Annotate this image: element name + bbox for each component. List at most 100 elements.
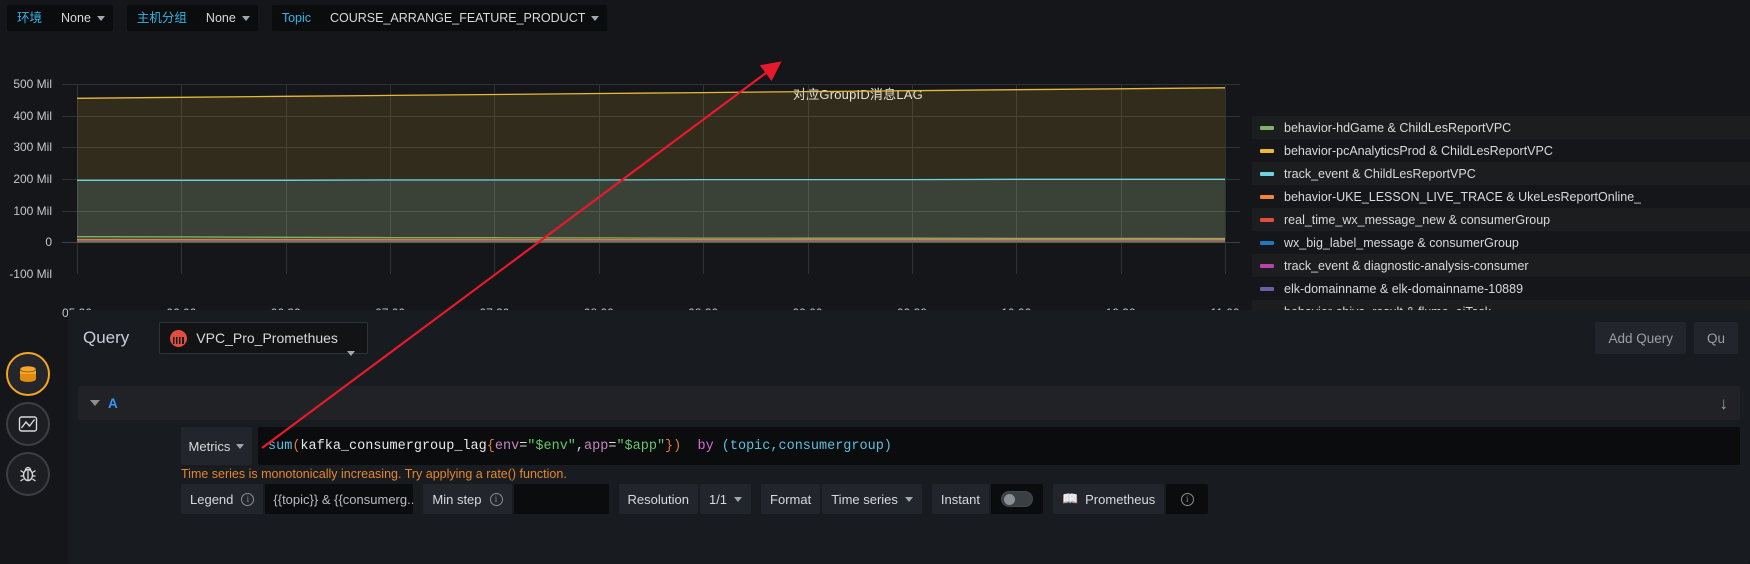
legend-color-swatch — [1260, 240, 1274, 245]
prometheus-info-wrap[interactable]: i — [1166, 484, 1209, 514]
expr-eq-1: = — [519, 438, 528, 454]
legend-item[interactable]: real_time_wx_message_new & consumerGroup — [1252, 208, 1750, 231]
legend-item-label: wx_big_label_message & consumerGroup — [1284, 235, 1519, 250]
format-option-label: Format — [761, 484, 821, 514]
legend-item[interactable]: wx_big_label_message & consumerGroup — [1252, 231, 1750, 254]
legend-label-text: Legend — [190, 491, 234, 507]
legend-item-label: track_event & diagnostic-analysis-consum… — [1284, 258, 1529, 273]
resolution-select[interactable]: 1/1 — [699, 484, 752, 514]
legend-option-label: Legend i — [181, 484, 264, 514]
info-icon[interactable]: i — [489, 492, 503, 506]
chart-legend: behavior-hdGame & ChildLesReportVPC behav… — [1252, 116, 1750, 321]
promql-expression-input[interactable]: sum(kafka_consumergroup_lag{env = "$env", a… — [258, 427, 1740, 465]
floating-tool-icons — [6, 352, 58, 502]
resolution-label-text: Resolution — [627, 491, 689, 507]
instant-label-text: Instant — [940, 491, 980, 507]
expr-label-app: app — [584, 438, 609, 454]
expr-value-env: "$env" — [527, 438, 576, 454]
legend-item[interactable]: track_event & diagnostic-analysis-consum… — [1252, 254, 1750, 277]
y-axis-tick: 200 Mil — [13, 172, 52, 186]
variable-env-label: 环境 — [7, 5, 53, 31]
datasource-name: VPC_Pro_Promethues — [196, 330, 338, 346]
legend-item[interactable]: elk-domainname & elk-domainname-10889 — [1252, 277, 1750, 300]
resolution-option-label: Resolution — [618, 484, 698, 514]
min-step-option-label: Min step i — [423, 484, 512, 514]
variable-topic-value-text: COURSE_ARRANGE_FEATURE_PRODUCT — [330, 11, 586, 25]
chevron-down-icon — [236, 443, 245, 449]
legend-color-swatch — [1260, 148, 1274, 153]
legend-item-label: behavior-UKE_LESSON_LIVE_TRACE & UkeLesR… — [1284, 189, 1642, 204]
format-label-text: Format — [770, 491, 812, 507]
legend-color-swatch — [1260, 286, 1274, 291]
min-step-label-text: Min step — [432, 491, 482, 507]
query-row-a-header[interactable]: A ↓ — [78, 386, 1740, 420]
variable-env-value-text: None — [61, 11, 91, 25]
expr-by-keyword: by — [697, 438, 714, 454]
expr-eq-2: = — [608, 438, 617, 454]
legend-color-swatch — [1260, 217, 1274, 222]
resolution-value: 1/1 — [708, 491, 728, 507]
y-axis-tick: 0 — [45, 235, 52, 250]
instant-toggle-wrap[interactable] — [990, 484, 1043, 514]
variable-topic-value[interactable]: COURSE_ARRANGE_FEATURE_PRODUCT — [321, 5, 608, 31]
prometheus-label-text: Prometheus — [1085, 491, 1156, 507]
query-inspector-button[interactable]: Qu — [1693, 322, 1738, 354]
variable-topic[interactable]: Topic COURSE_ARRANGE_FEATURE_PRODUCT — [271, 5, 608, 31]
expr-group-by: (topic,consumergroup) — [721, 438, 892, 454]
legend-item[interactable]: behavior-UKE_LESSON_LIVE_TRACE & UkeLesR… — [1252, 185, 1750, 208]
graph-panel: 对应GroupID消息LAG 500 Mil 400 Mil 300 Mil 200 … — [0, 36, 1750, 332]
variable-hostgroup[interactable]: 主机分组 None — [126, 5, 258, 31]
instant-option-label: Instant — [931, 484, 989, 514]
expr-open-paren: ( — [292, 438, 301, 454]
expr-close-paren: ) — [673, 438, 682, 454]
legend-item-label: behavior-hdGame & ChildLesReportVPC — [1284, 120, 1512, 135]
variable-env-value[interactable]: None — [52, 5, 113, 31]
graph-panel-icon[interactable] — [6, 402, 50, 446]
expr-metric: kafka_consumergroup_lag — [300, 438, 487, 454]
min-step-input[interactable] — [513, 484, 609, 514]
expr-brace-close: } — [665, 438, 674, 454]
query-editor-header: Query VPC_Pro_Promethues Add Query Qu — [68, 310, 1750, 366]
chevron-down-icon — [346, 350, 355, 356]
book-icon: 📖 — [1061, 491, 1079, 506]
legend-item-label: elk-domainname & elk-domainname-10889 — [1284, 281, 1524, 296]
datasource-picker[interactable]: VPC_Pro_Promethues — [159, 322, 368, 356]
move-query-down-icon[interactable]: ↓ — [1720, 395, 1729, 412]
info-icon[interactable]: i — [1180, 492, 1194, 506]
y-axis: 500 Mil 400 Mil 300 Mil 200 Mil 100 Mil 0 -100… — [0, 76, 58, 282]
database-icon[interactable] — [6, 352, 50, 396]
variable-env[interactable]: 环境 None — [7, 5, 113, 31]
chevron-down-icon — [734, 496, 743, 502]
legend-item[interactable]: track_event & ChildLesReportVPC — [1252, 162, 1750, 185]
legend-item[interactable]: behavior-pcAnalyticsProd & ChildLesRepor… — [1252, 139, 1750, 162]
chevron-down-icon — [241, 16, 250, 21]
plot-area[interactable] — [62, 84, 1240, 274]
format-select[interactable]: Time series — [822, 484, 922, 514]
y-axis-tick: 500 Mil — [13, 77, 52, 91]
legend-item[interactable]: behavior-hdGame & ChildLesReportVPC — [1252, 116, 1750, 139]
variable-topic-label: Topic — [271, 5, 321, 31]
variable-hostgroup-value-text: None — [205, 11, 236, 25]
bug-icon[interactable] — [6, 452, 50, 496]
legend-color-swatch — [1260, 125, 1274, 130]
metrics-browser-button[interactable]: Metrics — [181, 427, 252, 465]
query-row-letter: A — [108, 395, 118, 411]
expr-fn: sum — [268, 438, 293, 454]
query-editor-panel: Query VPC_Pro_Promethues Add Query Qu A … — [68, 310, 1750, 564]
instant-toggle[interactable] — [1000, 491, 1033, 507]
expr-label-env: env — [494, 438, 520, 454]
legend-color-swatch — [1260, 263, 1274, 268]
template-variable-bar: 环境 None 主机分组 None Topic COURSE_ARRANGE_F… — [0, 0, 1750, 36]
prometheus-docs-link[interactable]: 📖 Prometheus — [1052, 484, 1165, 514]
add-query-button[interactable]: Add Query — [1595, 322, 1686, 354]
metrics-expression-row: Metrics sum(kafka_consumergroup_lag{env =… — [181, 427, 1740, 465]
chevron-down-icon — [591, 16, 600, 21]
legend-format-input[interactable]: {{topic}} & {{consumerg... — [265, 484, 414, 514]
expr-brace-open: { — [486, 438, 495, 454]
query-options-bar: Legend i {{topic}} & {{consumerg... Min … — [181, 484, 1740, 514]
chevron-down-icon[interactable] — [90, 400, 100, 406]
variable-hostgroup-value[interactable]: None — [196, 5, 258, 31]
info-icon[interactable]: i — [241, 492, 255, 506]
format-value: Time series — [831, 491, 898, 507]
series-lines — [76, 87, 1226, 243]
